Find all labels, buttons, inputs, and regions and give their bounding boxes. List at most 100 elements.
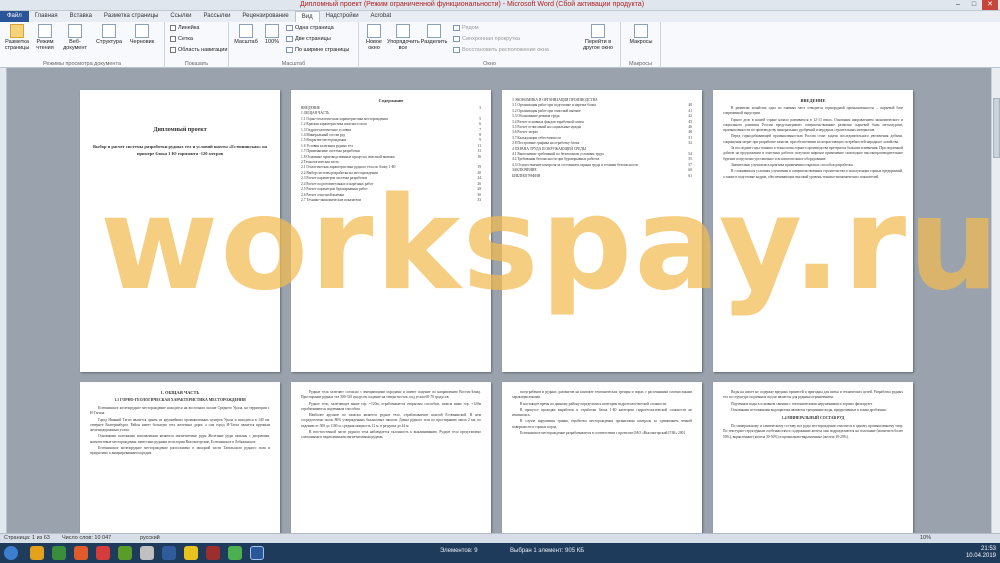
magnifier-icon bbox=[239, 24, 253, 38]
tab-mailings[interactable]: Рассылки bbox=[197, 11, 236, 22]
window-title: Дипломный проект (Режим ограниченной фун… bbox=[300, 1, 645, 8]
paragraph: В случае нарушения границ отработки мест… bbox=[512, 419, 692, 429]
two-pages-button[interactable]: Две страницы bbox=[286, 36, 331, 42]
tab-home[interactable]: Главная bbox=[29, 11, 64, 22]
two-pages-icon bbox=[286, 36, 293, 42]
scroll-thumb[interactable] bbox=[993, 98, 1000, 158]
text-block: полуграбенов и рудных доломитов на конта… bbox=[512, 390, 692, 436]
vertical-ruler bbox=[0, 68, 7, 533]
media-icon[interactable] bbox=[52, 546, 66, 560]
tab-layout[interactable]: Разметка страницы bbox=[98, 11, 164, 22]
language[interactable]: русский bbox=[140, 535, 160, 541]
tab-insert[interactable]: Вставка bbox=[64, 11, 98, 22]
tab-references[interactable]: Ссылки bbox=[164, 11, 197, 22]
navigation-pane-checkbox[interactable]: Область навигации bbox=[170, 47, 227, 53]
zoom-100-button[interactable]: 100% bbox=[260, 22, 284, 45]
outline-button[interactable]: Структура bbox=[93, 22, 125, 45]
print-layout-button[interactable]: Разметка страницы bbox=[2, 22, 32, 51]
toc-entry[interactable]: БИБЛИОГРАФИЯ 61 bbox=[512, 174, 692, 179]
grid-checkbox[interactable]: Сетка bbox=[170, 36, 193, 42]
paragraph: полуграбенов и рудных доломитов на конта… bbox=[512, 390, 692, 400]
document-area[interactable]: Дипломный проект Выбор и расчет системы … bbox=[8, 68, 990, 533]
word-icon[interactable] bbox=[250, 546, 264, 560]
group-show: Линейка Сетка Область навигации Показать bbox=[165, 22, 229, 68]
page-subtitle: Выбор и расчет системы разработки рудных… bbox=[93, 144, 267, 156]
paragraph: Рудные тела залегают согласно с вмещающи… bbox=[301, 390, 481, 400]
toc-entry[interactable]: 2.7 Технико-экономические показатели 33 bbox=[301, 198, 481, 203]
draft-button[interactable]: Черновик bbox=[125, 22, 159, 45]
clock[interactable]: 21:53 10.04.2019 bbox=[966, 546, 996, 560]
page-icon bbox=[10, 24, 24, 38]
app-icon[interactable] bbox=[74, 546, 88, 560]
tab-view[interactable]: Вид bbox=[294, 11, 320, 22]
page-width-icon bbox=[286, 47, 293, 53]
arrange-all-button[interactable]: Упорядочить все bbox=[387, 22, 420, 51]
intro-heading: ВВЕДЕНИЕ bbox=[800, 98, 826, 103]
paragraph: Рудное тело, залегающее выше гор. +120м,… bbox=[301, 401, 481, 411]
page-6: Рудные тела залегают согласно с вмещающи… bbox=[291, 382, 491, 533]
toc-entry-title: БИБЛИОГРАФИЯ bbox=[512, 173, 541, 178]
start-icon[interactable] bbox=[4, 546, 18, 560]
app-icon[interactable] bbox=[162, 546, 176, 560]
macros-button[interactable]: Макросы bbox=[625, 22, 657, 45]
minimize-icon[interactable]: – bbox=[950, 0, 966, 10]
page-8: Воды на шахте не содержат вредных примес… bbox=[713, 382, 913, 533]
tab-acrobat[interactable]: Acrobat bbox=[365, 11, 398, 22]
page-count[interactable]: Страница: 1 из 63 bbox=[4, 535, 50, 541]
side-by-side-icon bbox=[453, 25, 460, 31]
word-count[interactable]: Число слов: 10 047 bbox=[62, 535, 111, 541]
new-window-button[interactable]: Новое окно bbox=[361, 22, 387, 51]
app-icon[interactable] bbox=[118, 546, 132, 560]
app-icon[interactable] bbox=[184, 546, 198, 560]
new-window-icon bbox=[367, 24, 381, 38]
toc-entry-page: 52 bbox=[688, 141, 692, 146]
zoom-level[interactable]: 10% bbox=[920, 535, 931, 541]
reading-mode-button[interactable]: Режим чтения bbox=[32, 22, 58, 51]
web-layout-button[interactable]: Веб-документ bbox=[58, 22, 92, 51]
text-block: По минеральному и химическому составу вс… bbox=[723, 424, 903, 440]
vertical-scrollbar[interactable] bbox=[991, 68, 1000, 533]
paragraph: В процессе проходки выработок и отработк… bbox=[512, 407, 692, 418]
group-zoom: Масштаб 100% Одна страница Две страницы … bbox=[229, 22, 359, 68]
paragraph: Город Нижний Тагил является одним из кру… bbox=[90, 417, 270, 433]
toc-entry-page: 3 bbox=[479, 106, 481, 110]
page-2: Содержание ВВЕДЕНИЕ 3 1.ОБЩАЯ ЧАСТЬ 1.1 Гор… bbox=[291, 90, 491, 372]
section-heading: 1. ОБЩАЯ ЧАСТЬ bbox=[160, 390, 200, 395]
checkbox-icon bbox=[170, 36, 176, 42]
page-width-button[interactable]: По ширине страницы bbox=[286, 47, 349, 53]
tab-review[interactable]: Рецензирование bbox=[236, 11, 294, 22]
group-label-macros: Макросы bbox=[629, 61, 652, 67]
app-icon[interactable] bbox=[140, 546, 154, 560]
sync-scroll-button[interactable]: Синхронная прокрутка bbox=[453, 36, 520, 42]
subsection-heading: 1.4 МИНЕРАЛЬНЫЙ СОСТАВ РУД bbox=[781, 416, 845, 421]
opera-icon[interactable] bbox=[96, 546, 110, 560]
group-macros: Макросы Макросы bbox=[621, 22, 661, 68]
tab-file[interactable]: Файл bbox=[0, 11, 29, 22]
one-page-button[interactable]: Одна страница bbox=[286, 25, 334, 31]
subsection-heading: 1.1 ГОРНО-ГЕОЛОГИЧЕСКАЯ ХАРАКТЕРИСТИКА М… bbox=[114, 398, 246, 402]
switch-windows-button[interactable]: Перейти в другое окно bbox=[577, 22, 619, 51]
maximize-icon[interactable]: □ bbox=[966, 0, 982, 10]
explorer-icon[interactable] bbox=[30, 546, 44, 560]
paragraph: В развитии хозяйства одно из главных мес… bbox=[723, 106, 903, 116]
ruler-checkbox[interactable]: Линейка bbox=[170, 25, 199, 31]
app-icon[interactable] bbox=[228, 546, 242, 560]
explorer-items: Элементов: 9 bbox=[440, 548, 478, 554]
reset-position-icon bbox=[453, 47, 460, 53]
page-3: 3 ЭКОНОМИКА И ОРГАНИЗАЦИЯ ПРОИЗВОДСТВА 3.… bbox=[502, 90, 702, 372]
paragraph: Горное дело в нашей стране начало развив… bbox=[723, 117, 903, 133]
close-icon[interactable]: ✕ bbox=[982, 0, 998, 10]
group-label-window: Окно bbox=[483, 61, 496, 67]
zoom-button[interactable]: Масштаб bbox=[232, 22, 260, 45]
reset-position-button[interactable]: Восстановить расположение окна bbox=[453, 47, 549, 53]
app-icon[interactable] bbox=[206, 546, 220, 560]
checkbox-icon bbox=[170, 25, 176, 31]
one-page-icon bbox=[286, 25, 293, 31]
draft-icon bbox=[135, 24, 149, 38]
paragraph: Воды на шахте не содержат вредных примес… bbox=[723, 390, 903, 400]
tab-addins[interactable]: Надстройки bbox=[320, 11, 365, 22]
side-by-side-button[interactable]: Рядом bbox=[453, 25, 479, 31]
hundred-percent-icon bbox=[265, 24, 279, 38]
split-button[interactable]: Разделить bbox=[419, 22, 449, 45]
text-block: Воды на шахте не содержат вредных примес… bbox=[723, 390, 903, 413]
